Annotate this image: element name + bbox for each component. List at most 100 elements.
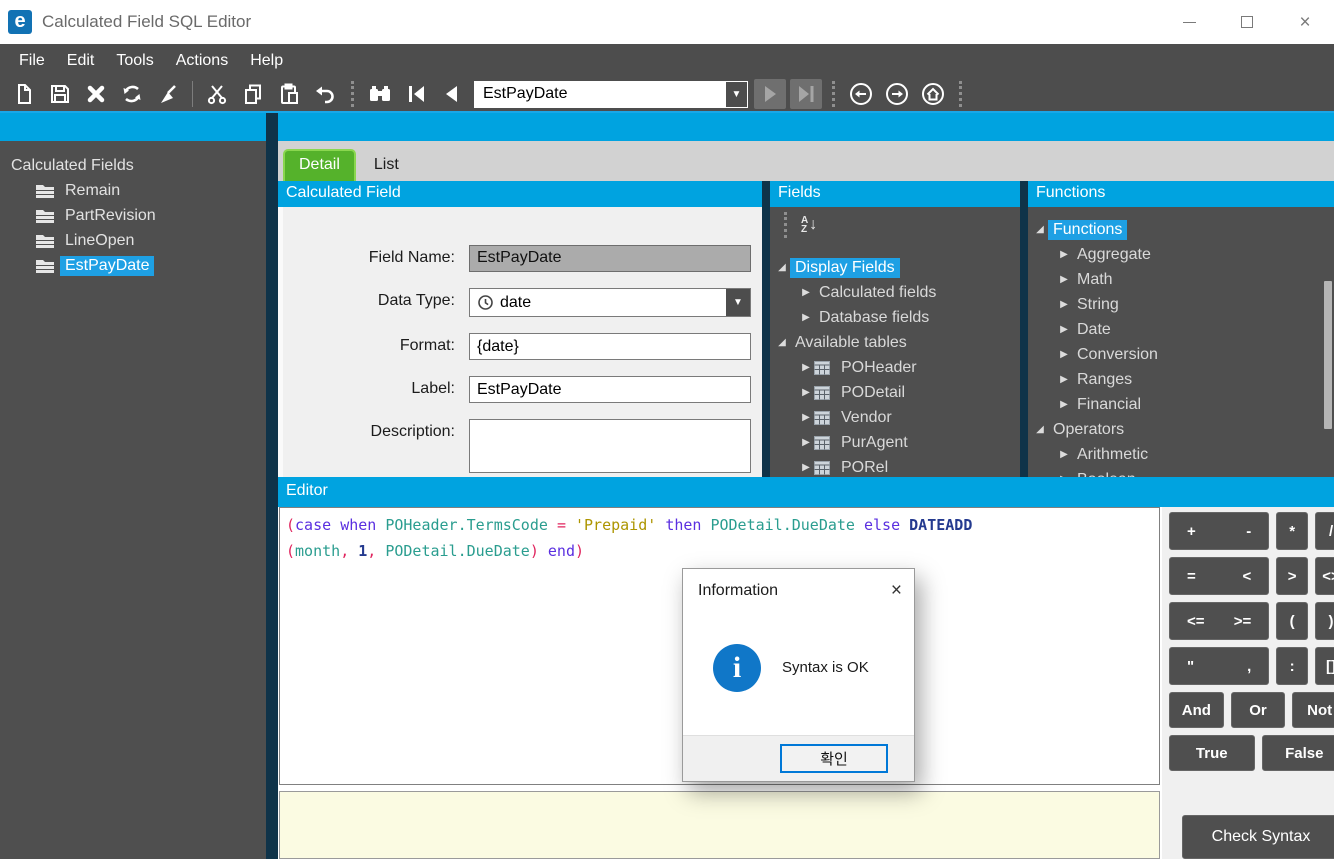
menu-actions[interactable]: Actions xyxy=(165,48,239,74)
format-input[interactable] xyxy=(469,333,751,360)
op-button-not-equal[interactable]: <> xyxy=(1315,557,1334,595)
collapsed-icon[interactable]: ▶ xyxy=(1056,249,1072,260)
first-record-button[interactable] xyxy=(398,79,434,109)
fields-tree-item-poheader[interactable]: ▶POHeader xyxy=(774,355,1020,380)
menu-file[interactable]: File xyxy=(8,48,56,74)
functions-tree-item-operators[interactable]: ◢Operators xyxy=(1032,417,1334,442)
new-document-button[interactable] xyxy=(6,79,42,109)
functions-tree-item-financial[interactable]: ▶Financial xyxy=(1032,392,1334,417)
op-button-equals[interactable]: = xyxy=(1187,568,1196,585)
cut-button[interactable] xyxy=(199,79,235,109)
collapsed-icon[interactable]: ▶ xyxy=(798,387,814,398)
expanded-icon[interactable]: ◢ xyxy=(1032,424,1048,435)
collapsed-icon[interactable]: ▶ xyxy=(1056,374,1072,385)
collapsed-icon[interactable]: ▶ xyxy=(798,462,814,473)
fields-tree-item-calculated-fields[interactable]: ▶Calculated fields xyxy=(774,280,1020,305)
sort-az-button[interactable]: AZ ↓ xyxy=(801,216,817,234)
forward-button[interactable] xyxy=(879,79,915,109)
functions-tree-item-string[interactable]: ▶String xyxy=(1032,292,1334,317)
data-type-combo[interactable]: date ▼ xyxy=(469,288,751,317)
fields-tree-item-vendor[interactable]: ▶Vendor xyxy=(774,405,1020,430)
op-button-quote[interactable]: " xyxy=(1187,658,1194,675)
menu-tools[interactable]: Tools xyxy=(105,48,164,74)
delete-button[interactable] xyxy=(78,79,114,109)
home-button[interactable] xyxy=(915,79,951,109)
sidebar-item-partrevision[interactable]: PartRevision xyxy=(6,203,266,228)
sidebar-item-lineopen[interactable]: LineOpen xyxy=(6,228,266,253)
paste-button[interactable] xyxy=(271,79,307,109)
op-button-greater-or-equal[interactable]: >= xyxy=(1234,613,1252,630)
dialog-ok-button[interactable]: 확인 xyxy=(780,744,888,773)
menu-help[interactable]: Help xyxy=(239,48,294,74)
collapsed-icon[interactable]: ▶ xyxy=(1056,324,1072,335)
sidebar-item-estpaydate[interactable]: EstPayDate xyxy=(6,253,266,278)
collapsed-icon[interactable]: ▶ xyxy=(1056,449,1072,460)
panel-splitter[interactable] xyxy=(762,181,770,477)
functions-tree-item-arithmetic[interactable]: ▶Arithmetic xyxy=(1032,442,1334,467)
save-button[interactable] xyxy=(42,79,78,109)
data-type-dropdown-button[interactable]: ▼ xyxy=(726,289,750,316)
op-button-greater-than[interactable]: > xyxy=(1276,557,1308,595)
functions-tree-item-ranges[interactable]: ▶Ranges xyxy=(1032,367,1334,392)
functions-scrollbar[interactable] xyxy=(1324,281,1332,429)
last-record-button[interactable] xyxy=(790,79,822,109)
collapsed-icon[interactable]: ▶ xyxy=(798,412,814,423)
functions-tree-item-math[interactable]: ▶Math xyxy=(1032,267,1334,292)
sidebar-root[interactable]: Calculated Fields xyxy=(6,153,266,178)
search-button[interactable] xyxy=(362,79,398,109)
op-button-divide[interactable]: / xyxy=(1315,512,1334,550)
collapsed-icon[interactable]: ▶ xyxy=(798,362,814,373)
menu-edit[interactable]: Edit xyxy=(56,48,106,74)
op-button-multiply[interactable]: * xyxy=(1276,512,1308,550)
functions-tree-item-conversion[interactable]: ▶Conversion xyxy=(1032,342,1334,367)
record-combo-input[interactable] xyxy=(475,82,725,107)
collapsed-icon[interactable]: ▶ xyxy=(1056,299,1072,310)
functions-tree-item-date[interactable]: ▶Date xyxy=(1032,317,1334,342)
clear-button[interactable] xyxy=(150,79,186,109)
minimize-button[interactable] xyxy=(1160,0,1218,44)
functions-tree-item-aggregate[interactable]: ▶Aggregate xyxy=(1032,242,1334,267)
fields-tree-item-porel[interactable]: ▶PORel xyxy=(774,455,1020,477)
fields-tree-item-display-fields[interactable]: ◢Display Fields xyxy=(774,255,1020,280)
dialog-close-button[interactable]: × xyxy=(891,583,902,599)
op-button-close-paren[interactable]: ) xyxy=(1315,602,1334,640)
fields-tree-item-podetail[interactable]: ▶PODetail xyxy=(774,380,1020,405)
fields-tree-item-database-fields[interactable]: ▶Database fields xyxy=(774,305,1020,330)
op-button-false[interactable]: False xyxy=(1262,735,1334,771)
op-button-comma[interactable]: , xyxy=(1247,658,1251,675)
maximize-button[interactable] xyxy=(1218,0,1276,44)
op-button-or[interactable]: Or xyxy=(1231,692,1286,728)
fields-tree-item-available-tables[interactable]: ◢Available tables xyxy=(774,330,1020,355)
op-button-less-or-equal[interactable]: <= xyxy=(1187,613,1205,630)
collapsed-icon[interactable]: ▶ xyxy=(798,437,814,448)
op-button-brackets[interactable]: [] xyxy=(1315,647,1334,685)
tab-list[interactable]: List xyxy=(360,151,413,181)
record-combo-dropdown-button[interactable]: ▼ xyxy=(725,82,747,107)
sidebar-splitter[interactable] xyxy=(266,113,278,859)
op-button-and[interactable]: And xyxy=(1169,692,1224,728)
functions-tree-item-functions[interactable]: ◢Functions xyxy=(1032,217,1334,242)
collapsed-icon[interactable]: ▶ xyxy=(798,287,814,298)
op-button-true[interactable]: True xyxy=(1169,735,1255,771)
expanded-icon[interactable]: ◢ xyxy=(774,262,790,273)
collapsed-icon[interactable]: ▶ xyxy=(1056,474,1072,477)
tab-detail[interactable]: Detail xyxy=(283,149,356,181)
collapsed-icon[interactable]: ▶ xyxy=(798,312,814,323)
op-button-less-than[interactable]: < xyxy=(1242,568,1251,585)
check-syntax-button[interactable]: Check Syntax xyxy=(1182,815,1334,859)
panel-splitter[interactable] xyxy=(1020,181,1028,477)
undo-button[interactable] xyxy=(307,79,343,109)
op-button-minus[interactable]: - xyxy=(1246,523,1251,540)
op-button-open-paren[interactable]: ( xyxy=(1276,602,1308,640)
functions-tree-item-boolean[interactable]: ▶Boolean xyxy=(1032,467,1334,477)
next-record-button[interactable] xyxy=(754,79,786,109)
sidebar-item-remain[interactable]: Remain xyxy=(6,178,266,203)
back-button[interactable] xyxy=(843,79,879,109)
refresh-button[interactable] xyxy=(114,79,150,109)
op-button-colon[interactable]: : xyxy=(1276,647,1308,685)
label-input[interactable] xyxy=(469,376,751,403)
expanded-icon[interactable]: ◢ xyxy=(1032,224,1048,235)
collapsed-icon[interactable]: ▶ xyxy=(1056,274,1072,285)
fields-tree-item-puragent[interactable]: ▶PurAgent xyxy=(774,430,1020,455)
description-input[interactable] xyxy=(469,419,751,473)
